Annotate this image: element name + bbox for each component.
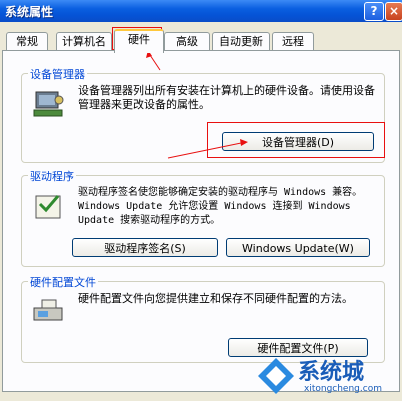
close-button[interactable]: × [385, 2, 402, 21]
watermark: 系统城 xitongcheng.com [256, 354, 396, 398]
tab-panel-hardware: 设备管理器 设备管理器列出所有安装在计算机上的硬件设备。请使用设备管理器来更改设… [2, 50, 400, 392]
hardware-profiles-description: 硬件配置文件向您提供建立和保存不同硬件配置的方法。 [78, 292, 353, 305]
close-icon: × [388, 4, 400, 18]
annotation-box-button [207, 122, 385, 158]
hardware-profiles-legend: 硬件配置文件 [28, 274, 98, 290]
tab-remote[interactable]: 远程 [272, 32, 314, 51]
drivers-legend: 驱动程序 [28, 168, 76, 184]
tab-automatic-updates[interactable]: 自动更新 [212, 32, 270, 51]
help-icon: ? [370, 4, 378, 18]
tab-computer-name[interactable]: 计算机名 [56, 32, 112, 51]
hardware-profiles-icon [33, 299, 63, 321]
title-bar: 系统属性 ? × [0, 0, 402, 22]
device-manager-description: 设备管理器列出所有安装在计算机上的硬件设备。请使用设备管理器来更改设备的属性。 [78, 84, 375, 111]
watermark-url: xitongcheng.com [304, 384, 382, 394]
drivers-description: 驱动程序签名使您能够确定安装的驱动程序与 Windows 兼容。Windows … [78, 187, 363, 226]
device-manager-icon [33, 91, 64, 117]
help-button[interactable]: ? [364, 2, 384, 21]
hardware-profiles-group: 硬件配置文件 硬件配置文件向您提供建立和保存不同硬件配置的方法。 硬件配置文件(… [21, 274, 385, 363]
driver-signing-button[interactable]: 驱动程序签名(S) [72, 238, 218, 257]
drivers-group: 驱动程序 驱动程序签名使您能够确定安装的驱动程序与 Windows 兼容。Win… [21, 168, 385, 267]
tab-general[interactable]: 常规 [6, 32, 48, 51]
tab-strip: 常规 计算机名 硬件 高级 自动更新 远程 [0, 29, 402, 53]
device-manager-legend: 设备管理器 [28, 66, 87, 82]
window-title: 系统属性 [5, 5, 54, 19]
watermark-title: 系统城 [298, 360, 365, 385]
tab-advanced[interactable]: 高级 [164, 32, 210, 51]
tab-hardware[interactable]: 硬件 [114, 29, 164, 53]
windows-update-button[interactable]: Windows Update(W) [226, 238, 370, 257]
driver-signing-icon [35, 195, 61, 219]
watermark-logo-icon [258, 358, 294, 394]
